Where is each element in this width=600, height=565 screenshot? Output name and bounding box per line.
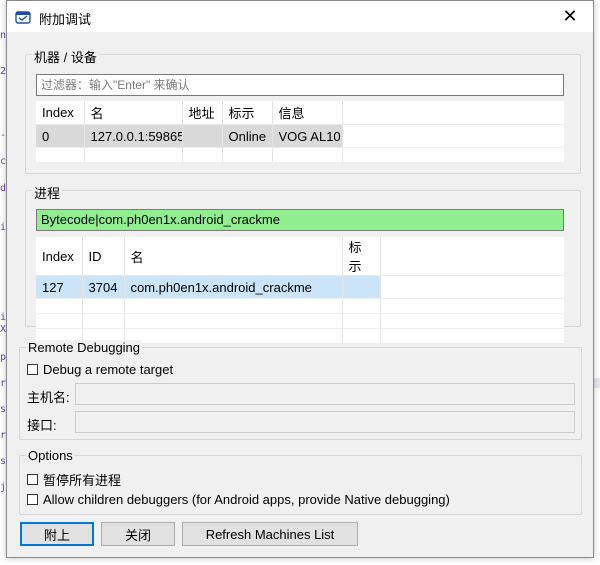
table-header: Index ID 名 标示: [36, 237, 564, 276]
cell-address: [182, 124, 223, 148]
column-header[interactable]: Index: [36, 237, 83, 276]
column-header[interactable]: ID: [82, 237, 125, 276]
processes-group-label: 进程: [32, 183, 63, 202]
column-header[interactable]: 信息: [272, 101, 343, 125]
checkbox-box[interactable]: [27, 494, 38, 505]
checkbox-label: Debug a remote target: [43, 362, 174, 377]
cell-index: 0: [36, 124, 85, 148]
cell-tag: Online: [222, 124, 273, 148]
debug-remote-target-checkbox[interactable]: Debug a remote target: [27, 362, 173, 377]
column-header[interactable]: 名: [84, 101, 183, 125]
column-header[interactable]: 名: [124, 237, 343, 276]
host-input[interactable]: [75, 383, 575, 405]
cell-filler: [342, 124, 564, 148]
machines-table: Index 名 地址 标示 信息 0 127.0.0.1:59865 Onlin…: [36, 101, 564, 163]
column-header-filler: [380, 237, 564, 276]
processes-table: Index ID 名 标示 127 3704 com.ph0en1x.andro…: [36, 237, 564, 344]
cell-index: 127: [36, 275, 83, 299]
cell-name: com.ph0en1x.android_crackme: [124, 275, 343, 299]
port-input[interactable]: [75, 411, 575, 433]
checkbox-box[interactable]: [27, 364, 38, 375]
column-header[interactable]: Index: [36, 101, 85, 125]
empty-row: [36, 313, 564, 329]
column-header[interactable]: 标示: [342, 237, 381, 276]
remote-debugging-group-label: Remote Debugging: [26, 340, 143, 355]
machine-filter-input[interactable]: 过滤器：输入"Enter" 来确认: [36, 74, 564, 96]
column-header[interactable]: 标示: [222, 101, 273, 125]
cell-filler: [380, 275, 564, 299]
window-title: 附加调试: [39, 12, 92, 27]
close-button[interactable]: 关闭: [101, 522, 175, 546]
cell-id: 3704: [82, 275, 125, 299]
machines-group-label: 机器 / 设备: [32, 47, 99, 66]
checkbox-label: 暂停所有进程: [43, 473, 122, 488]
empty-row: [36, 147, 564, 163]
cell-name: 127.0.0.1:59865: [84, 124, 183, 148]
process-filter-input[interactable]: Bytecode|com.ph0en1x.android_crackme: [36, 209, 564, 231]
checkbox-box[interactable]: [27, 474, 38, 485]
bug-icon: [15, 11, 31, 24]
cell-info: VOG AL10: [272, 124, 343, 148]
refresh-machines-button[interactable]: Refresh Machines List: [182, 522, 358, 546]
cell-tag: [342, 275, 381, 299]
title-bar: 附加调试 ✕: [7, 1, 593, 32]
table-header: Index 名 地址 标示 信息: [36, 101, 564, 125]
column-header[interactable]: 地址: [182, 101, 223, 125]
attach-button[interactable]: 附上: [20, 522, 94, 546]
empty-row: [36, 298, 564, 314]
pause-all-processes-checkbox[interactable]: 暂停所有进程: [27, 470, 121, 489]
checkbox-label: Allow children debuggers (for Android ap…: [43, 492, 450, 507]
attach-debug-dialog: 附加调试 ✕ 机器 / 设备 过滤器：输入"Enter" 来确认 Index 名…: [6, 0, 594, 558]
port-label: 接口:: [27, 418, 57, 433]
close-icon[interactable]: ✕: [547, 1, 593, 32]
table-row[interactable]: 0 127.0.0.1:59865 Online VOG AL10: [36, 124, 564, 148]
column-header-filler: [342, 101, 564, 125]
table-row[interactable]: 127 3704 com.ph0en1x.android_crackme: [36, 275, 564, 299]
options-group-label: Options: [26, 448, 75, 463]
allow-children-debuggers-checkbox[interactable]: Allow children debuggers (for Android ap…: [27, 492, 450, 507]
host-label: 主机名:: [27, 390, 70, 405]
